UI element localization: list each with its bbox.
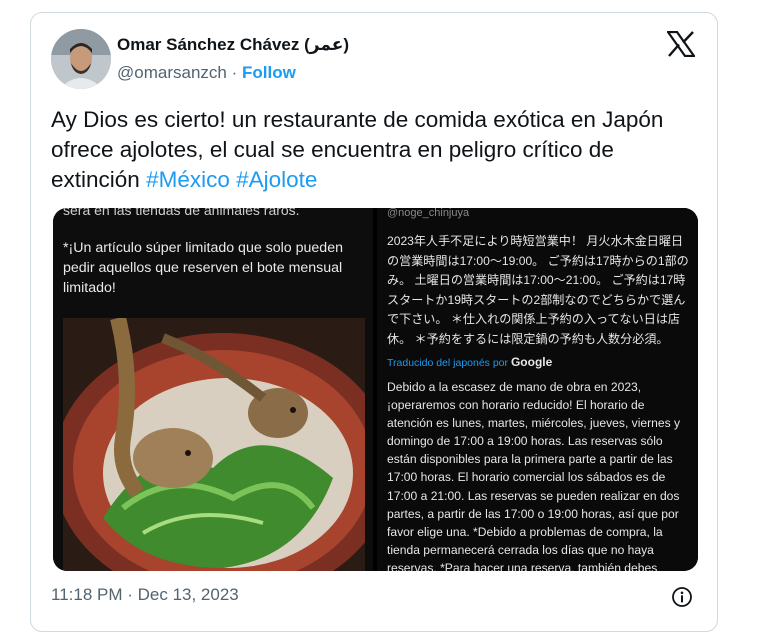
japanese-text: 2023年人手不足により時短営業中！ 月火水木金日曜日の営業時間は17:00〜1… xyxy=(387,234,689,346)
hashtag-ajolote[interactable]: #Ajolote xyxy=(236,167,317,192)
author-meta: @omarsanzch · Follow xyxy=(117,63,296,83)
author-name[interactable]: Omar Sánchez Chávez (عمر) xyxy=(117,35,349,55)
avatar-photo xyxy=(51,29,111,89)
info-icon[interactable] xyxy=(671,586,693,608)
left-caption: *¡Un artículo súper limitado que solo pu… xyxy=(63,240,343,296)
tweet-media[interactable]: será en las tiendas de animales raros. *… xyxy=(53,208,698,571)
tweet-text: Ay Dios es cierto! un restaurante de com… xyxy=(51,105,691,195)
google-label: Google xyxy=(510,355,553,369)
axolotl-dish-photo xyxy=(63,318,365,571)
follow-button[interactable]: Follow xyxy=(242,63,296,82)
x-logo-icon[interactable] xyxy=(667,31,695,57)
left-cut-text: será en las tiendas de animales raros. xyxy=(63,208,300,218)
translated-prefix: Traducido del japonés por xyxy=(387,357,511,369)
tweet-body: Ay Dios es cierto! un restaurante de com… xyxy=(51,107,664,192)
media-image-right[interactable]: @noge_chinjuya 2023年人手不足により時短営業中！ 月火水木金日… xyxy=(377,208,698,571)
avatar[interactable] xyxy=(51,29,111,89)
media-image-left[interactable]: será en las tiendas de animales raros. *… xyxy=(53,208,373,571)
screenshot-handle: @noge_chinjuya xyxy=(387,208,470,219)
tweet-card[interactable]: Omar Sánchez Chávez (عمر) @omarsanzch · … xyxy=(30,12,718,632)
author-handle[interactable]: @omarsanzch xyxy=(117,63,227,82)
hashtag-mexico[interactable]: #México xyxy=(146,167,230,192)
translated-by: Traducido del japonés por Google xyxy=(387,355,552,369)
tweet-timestamp[interactable]: 11:18 PM · Dec 13, 2023 xyxy=(51,585,239,605)
separator-dot: · xyxy=(231,63,238,82)
spanish-translation: Debido a la escasez de mano de obra en 2… xyxy=(387,380,681,571)
